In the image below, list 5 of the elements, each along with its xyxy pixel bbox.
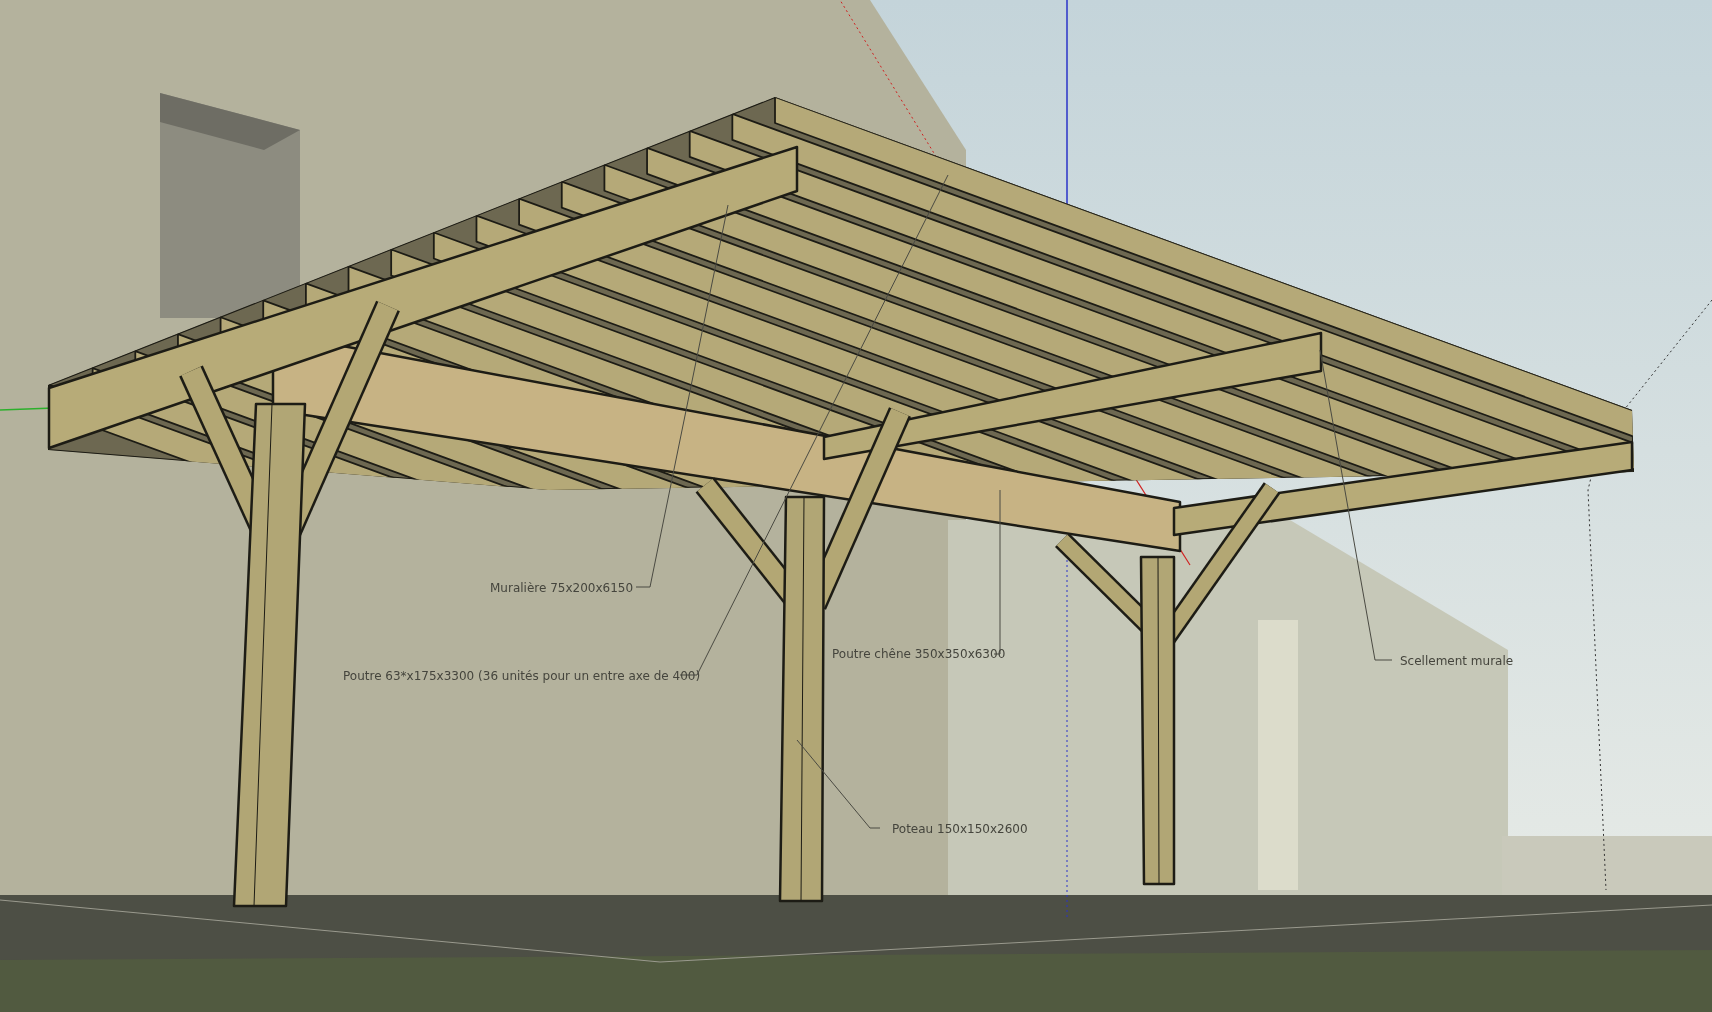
annotation-label: Muralière 75x200x6150 xyxy=(490,581,634,595)
annotation-label: Scellement murale xyxy=(1400,654,1514,668)
annotation-label: Poutre chêne 350x350x6300 xyxy=(832,647,1006,661)
annotation-label: Poteau 150x150x2600 xyxy=(892,822,1028,836)
annotation-label: Poutre 63*x175x3300 (36 unités pour un entre axe de 400) xyxy=(343,669,701,683)
